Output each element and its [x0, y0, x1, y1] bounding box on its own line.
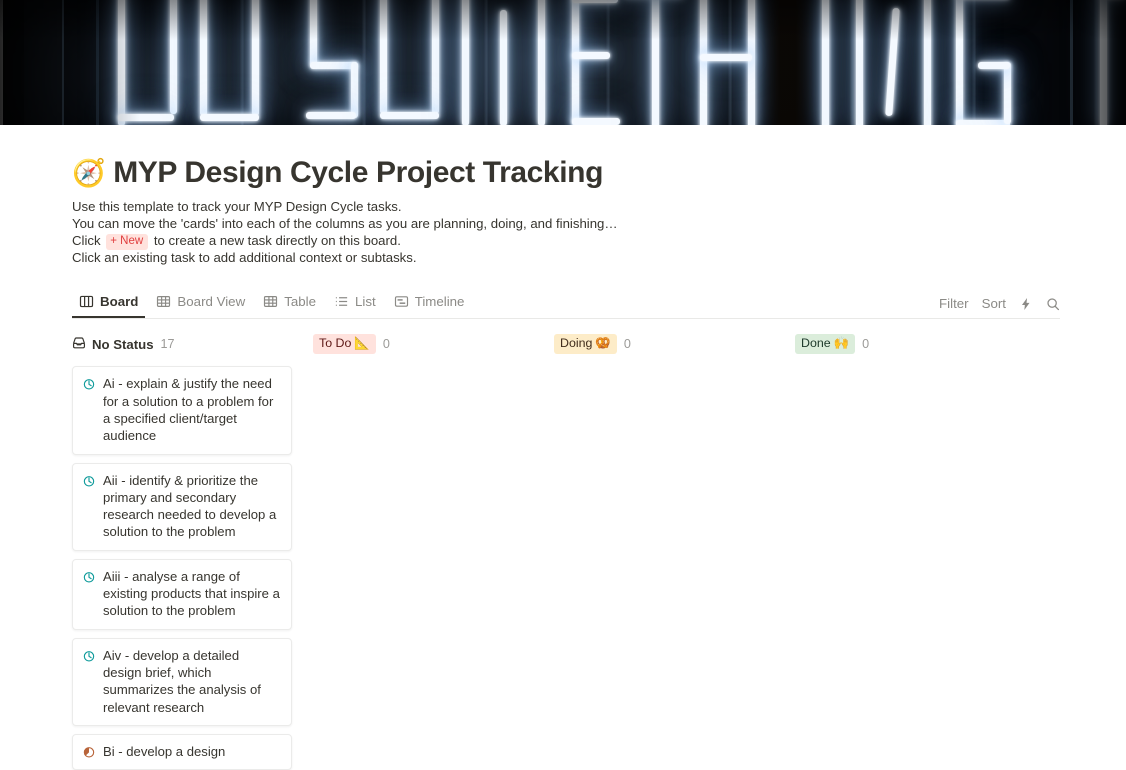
card-bi[interactable]: Bi - develop a design	[72, 733, 292, 770]
tab-list[interactable]: List	[327, 287, 383, 318]
board-column-doing: Doing 🥨 0	[554, 333, 774, 770]
card-aiii[interactable]: Aiii - analyse a range of existing produ…	[72, 558, 292, 630]
table-icon	[263, 294, 278, 309]
inbox-tray-icon	[72, 336, 86, 353]
column-label-done: Done	[801, 336, 831, 351]
status-badge-doing: Doing 🥨	[554, 334, 617, 355]
search-icon[interactable]	[1046, 297, 1060, 311]
card-title: Aiv - develop a detailed design brief, w…	[103, 647, 261, 715]
card-title: Aii - identify & prioritize the primary …	[103, 472, 277, 540]
view-tabs: Board Board View Table List Timeline	[72, 286, 471, 318]
card-title: Aiii - analyse a range of existing produ…	[103, 568, 280, 619]
column-cards-no-status: Ai - explain & justify the need for a so…	[72, 366, 292, 770]
column-header-doing[interactable]: Doing 🥨 0	[554, 333, 774, 355]
page-title-text: MYP Design Cycle Project Tracking	[113, 156, 603, 189]
tab-timeline-label: Timeline	[414, 293, 465, 309]
description-line-3-suffix: to create a new task directly on this bo…	[153, 232, 401, 248]
board-column-no-status: No Status 17 Ai - explain & justify the …	[72, 333, 292, 770]
tab-list-label: List	[354, 293, 376, 309]
page-cover-image	[0, 0, 1126, 125]
status-badge-to-do: To Do 📐	[313, 334, 376, 355]
pretzel-icon: 🥨	[595, 336, 611, 351]
card-ai[interactable]: Ai - explain & justify the need for a so…	[72, 366, 292, 455]
column-label-no-status: No Status	[92, 336, 154, 352]
card-title: Ai - explain & justify the need for a so…	[103, 376, 274, 444]
column-header-no-status[interactable]: No Status 17	[72, 333, 292, 355]
column-title-no-status: No Status	[72, 336, 154, 353]
column-header-done[interactable]: Done 🙌 0	[795, 333, 1015, 355]
clock-progress-icon	[82, 570, 96, 584]
page-body: 🧭 MYP Design Cycle Project Tracking Use …	[0, 125, 1126, 770]
status-badge-done: Done 🙌	[795, 334, 856, 355]
page-title: 🧭 MYP Design Cycle Project Tracking	[72, 155, 1060, 191]
compass-icon: 🧭	[72, 157, 106, 188]
column-header-to-do[interactable]: To Do 📐 0	[313, 333, 533, 355]
view-toolbar: Board Board View Table List Timeline Fil…	[72, 286, 1060, 320]
lightning-icon[interactable]	[1019, 297, 1033, 311]
tab-timeline[interactable]: Timeline	[387, 287, 472, 318]
tab-board-view-label: Board View	[177, 293, 246, 309]
clock-progress-icon	[82, 474, 96, 488]
page-description: Use this template to track your MYP Desi…	[72, 199, 1060, 266]
list-icon	[334, 294, 349, 309]
description-line-2: You can move the 'cards' into each of th…	[72, 215, 618, 231]
timeline-icon	[394, 294, 409, 309]
description-line-3-prefix: Click	[72, 232, 101, 248]
column-count-done: 0	[862, 337, 870, 352]
board-column-to-do: To Do 📐 0	[313, 333, 533, 770]
tab-table[interactable]: Table	[256, 287, 323, 318]
description-line-4: Click an existing task to add additional…	[72, 249, 417, 265]
tab-board[interactable]: Board	[72, 287, 146, 318]
grid-icon	[156, 294, 171, 309]
column-label-to-do: To Do	[319, 336, 352, 351]
card-aii[interactable]: Aii - identify & prioritize the primary …	[72, 462, 292, 551]
tab-board-view[interactable]: Board View	[149, 287, 252, 318]
card-title: Bi - develop a design	[103, 743, 226, 759]
board-column-done: Done 🙌 0	[795, 333, 1015, 770]
column-count-doing: 0	[623, 337, 631, 352]
cover-dark-panel	[762, 0, 814, 125]
tab-table-label: Table	[284, 293, 316, 309]
description-line-1: Use this template to track your MYP Desi…	[72, 199, 402, 214]
raised-hands-icon: 🙌	[833, 336, 850, 351]
clock-progress-icon	[82, 377, 96, 391]
card-aiv[interactable]: Aiv - develop a detailed design brief, w…	[72, 637, 292, 726]
filter-button[interactable]: Filter	[939, 296, 969, 311]
column-label-doing: Doing	[560, 336, 593, 351]
view-actions: Filter Sort	[939, 296, 1060, 318]
description-line-3: Click + New to create a new task directl…	[72, 233, 1060, 250]
board-icon	[79, 294, 94, 309]
pie-half-icon	[82, 745, 96, 759]
column-count-to-do: 0	[382, 337, 390, 352]
sort-button[interactable]: Sort	[982, 296, 1006, 311]
tab-board-label: Board	[100, 293, 139, 309]
triangle-ruler-icon: 📐	[354, 336, 370, 351]
clock-progress-icon	[82, 649, 96, 663]
new-task-chip[interactable]: + New	[106, 233, 149, 250]
column-count-no-status: 17	[160, 337, 175, 352]
kanban-board: No Status 17 Ai - explain & justify the …	[72, 333, 1060, 770]
